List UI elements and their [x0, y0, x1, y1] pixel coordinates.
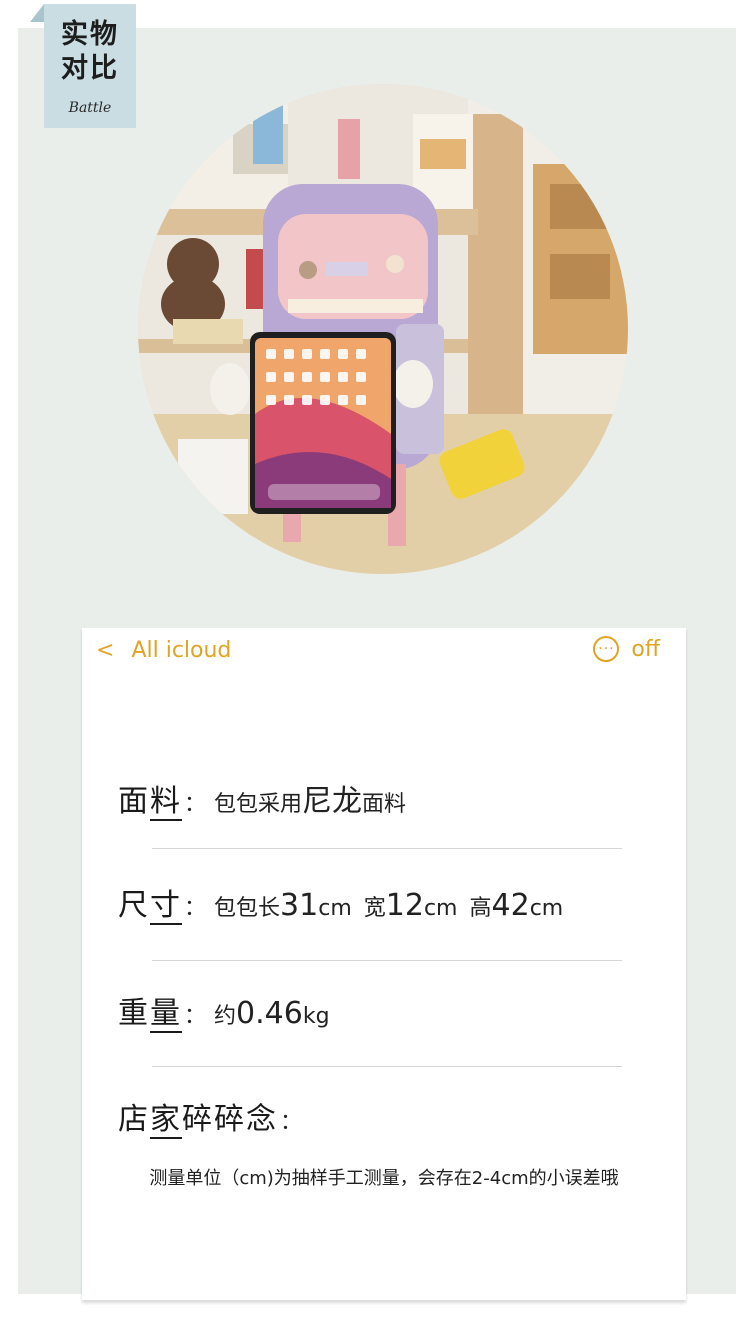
weight-unit: kg — [302, 1004, 330, 1029]
size-length-unit: cm — [318, 896, 352, 921]
size-height-value: 42 — [491, 888, 530, 923]
fabric-row: 面料 ： 包包采用 尼龙 面料 — [118, 776, 407, 821]
size-row: 尺寸 ： 包包长 31 cm 宽 12 cm 高 42 cm — [118, 880, 564, 925]
size-label: 尺寸 — [118, 888, 182, 925]
size-width-value: 12 — [385, 888, 424, 923]
nav-back[interactable]: < All icloud — [96, 638, 231, 663]
size-colon: ： — [184, 896, 207, 921]
notes-colon: ： — [280, 1110, 303, 1135]
weight-row: 重量 ： 约 0.46 kg — [118, 988, 330, 1033]
tag-title-line2: 对比 — [61, 53, 119, 84]
tag-fold — [30, 4, 44, 22]
fabric-text-a: 包包采用 — [214, 792, 303, 817]
tag-title-line1: 实物 — [61, 19, 119, 50]
divider — [152, 960, 622, 961]
tag-subtitle: Battle — [68, 100, 112, 116]
fabric-text-c: 面料 — [362, 792, 407, 817]
size-length-label: 包包长 — [214, 896, 281, 921]
fabric-label: 面料 — [118, 784, 182, 821]
spec-card: < All icloud ··· off 面料 ： 包包采用 尼龙 面料 尺寸 … — [82, 628, 686, 1300]
notes-label: 店家碎碎念 — [118, 1102, 278, 1139]
weight-value: 0.46 — [236, 996, 303, 1031]
weight-colon: ： — [184, 1004, 207, 1029]
size-length-value: 31 — [280, 888, 319, 923]
more-icon[interactable]: ··· — [593, 636, 620, 662]
size-width-unit: cm — [423, 896, 458, 921]
weight-label: 重量 — [118, 996, 182, 1033]
divider — [152, 1066, 622, 1067]
tag-title: 实物 对比 — [54, 18, 126, 86]
size-width-label: 宽 — [363, 896, 386, 921]
notes-text: 测量单位（cm)为抽样手工测量，会存在2-4cm的小误差哦 — [149, 1168, 619, 1189]
nav-more[interactable]: ··· off — [593, 636, 660, 662]
battle-tag: 实物 对比 Battle — [44, 4, 136, 128]
product-photo — [138, 84, 628, 574]
weight-prefix: 约 — [214, 1004, 237, 1029]
fabric-colon: ： — [184, 792, 207, 817]
size-height-unit: cm — [529, 896, 564, 921]
divider — [152, 848, 622, 849]
chevron-left-icon[interactable]: < — [96, 638, 114, 663]
size-height-label: 高 — [469, 896, 492, 921]
notes-row: 店家碎碎念 ： — [118, 1094, 310, 1139]
nav-right-label[interactable]: off — [631, 637, 660, 662]
nav-title[interactable]: All icloud — [131, 638, 231, 663]
backpack-scene-image — [138, 84, 628, 574]
fabric-text-b: 尼龙 — [302, 784, 363, 819]
